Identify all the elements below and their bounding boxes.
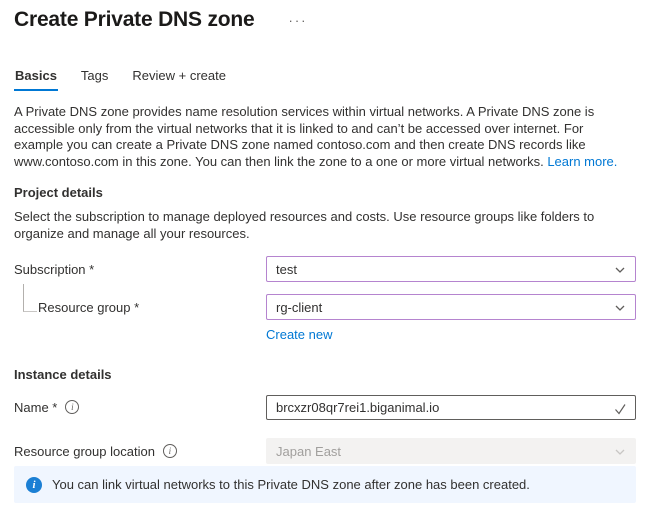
wizard-tabs: Basics Tags Review + create [14,68,636,91]
project-details-description: Select the subscription to manage deploy… [14,209,636,242]
project-details-heading: Project details [14,185,636,200]
page-header: Create Private DNS zone ··· [14,8,636,32]
name-label: Name * [14,400,57,415]
learn-more-link[interactable]: Learn more. [547,154,617,169]
more-options-button[interactable]: ··· [285,12,312,29]
resource-group-location-value: Japan East [276,444,341,459]
checkmark-icon [614,402,627,420]
info-icon[interactable]: i [65,400,79,414]
chevron-down-icon [614,446,626,461]
subscription-label: Subscription * [14,262,266,277]
chevron-down-icon [614,264,626,279]
resource-group-dropdown[interactable]: rg-client [266,294,636,320]
subscription-dropdown[interactable]: test [266,256,636,282]
instance-details-heading: Instance details [14,367,636,382]
resource-group-location-row: Resource group location i Japan East [14,438,636,464]
create-private-dns-zone-page: Create Private DNS zone ··· Basics Tags … [0,0,650,509]
resource-group-location-dropdown: Japan East [266,438,636,464]
info-banner-text: You can link virtual networks to this Pr… [52,477,530,492]
tab-basics[interactable]: Basics [14,68,58,91]
create-new-wrap: Create new [266,326,636,344]
chevron-down-icon [614,302,626,317]
intro-paragraph: A Private DNS zone provides name resolut… [14,104,636,170]
tab-tags[interactable]: Tags [80,68,109,91]
create-new-link[interactable]: Create new [266,327,332,342]
subscription-value: test [276,262,297,277]
page-title: Create Private DNS zone [14,8,255,32]
resource-group-value: rg-client [276,300,322,315]
name-row: Name * i [14,394,636,420]
name-input[interactable] [266,395,636,420]
info-icon: i [26,477,42,493]
info-icon[interactable]: i [163,444,177,458]
tab-review-create[interactable]: Review + create [131,68,227,91]
tree-connector-line [23,284,37,312]
intro-text: A Private DNS zone provides name resolut… [14,104,594,169]
info-banner: i You can link virtual networks to this … [14,466,636,503]
resource-group-label: Resource group * [38,300,139,315]
resource-group-row: Resource group * rg-client [14,294,636,320]
subscription-row: Subscription * test [14,256,636,282]
resource-group-location-label: Resource group location [14,444,155,459]
